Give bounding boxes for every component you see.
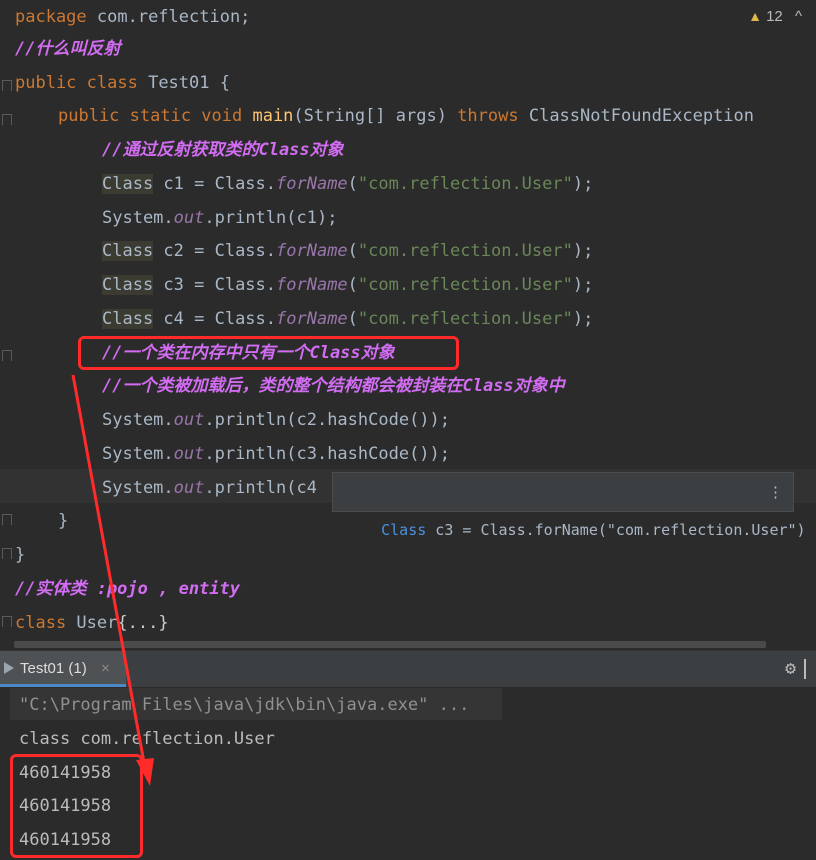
annotation-arrow [71, 374, 154, 786]
